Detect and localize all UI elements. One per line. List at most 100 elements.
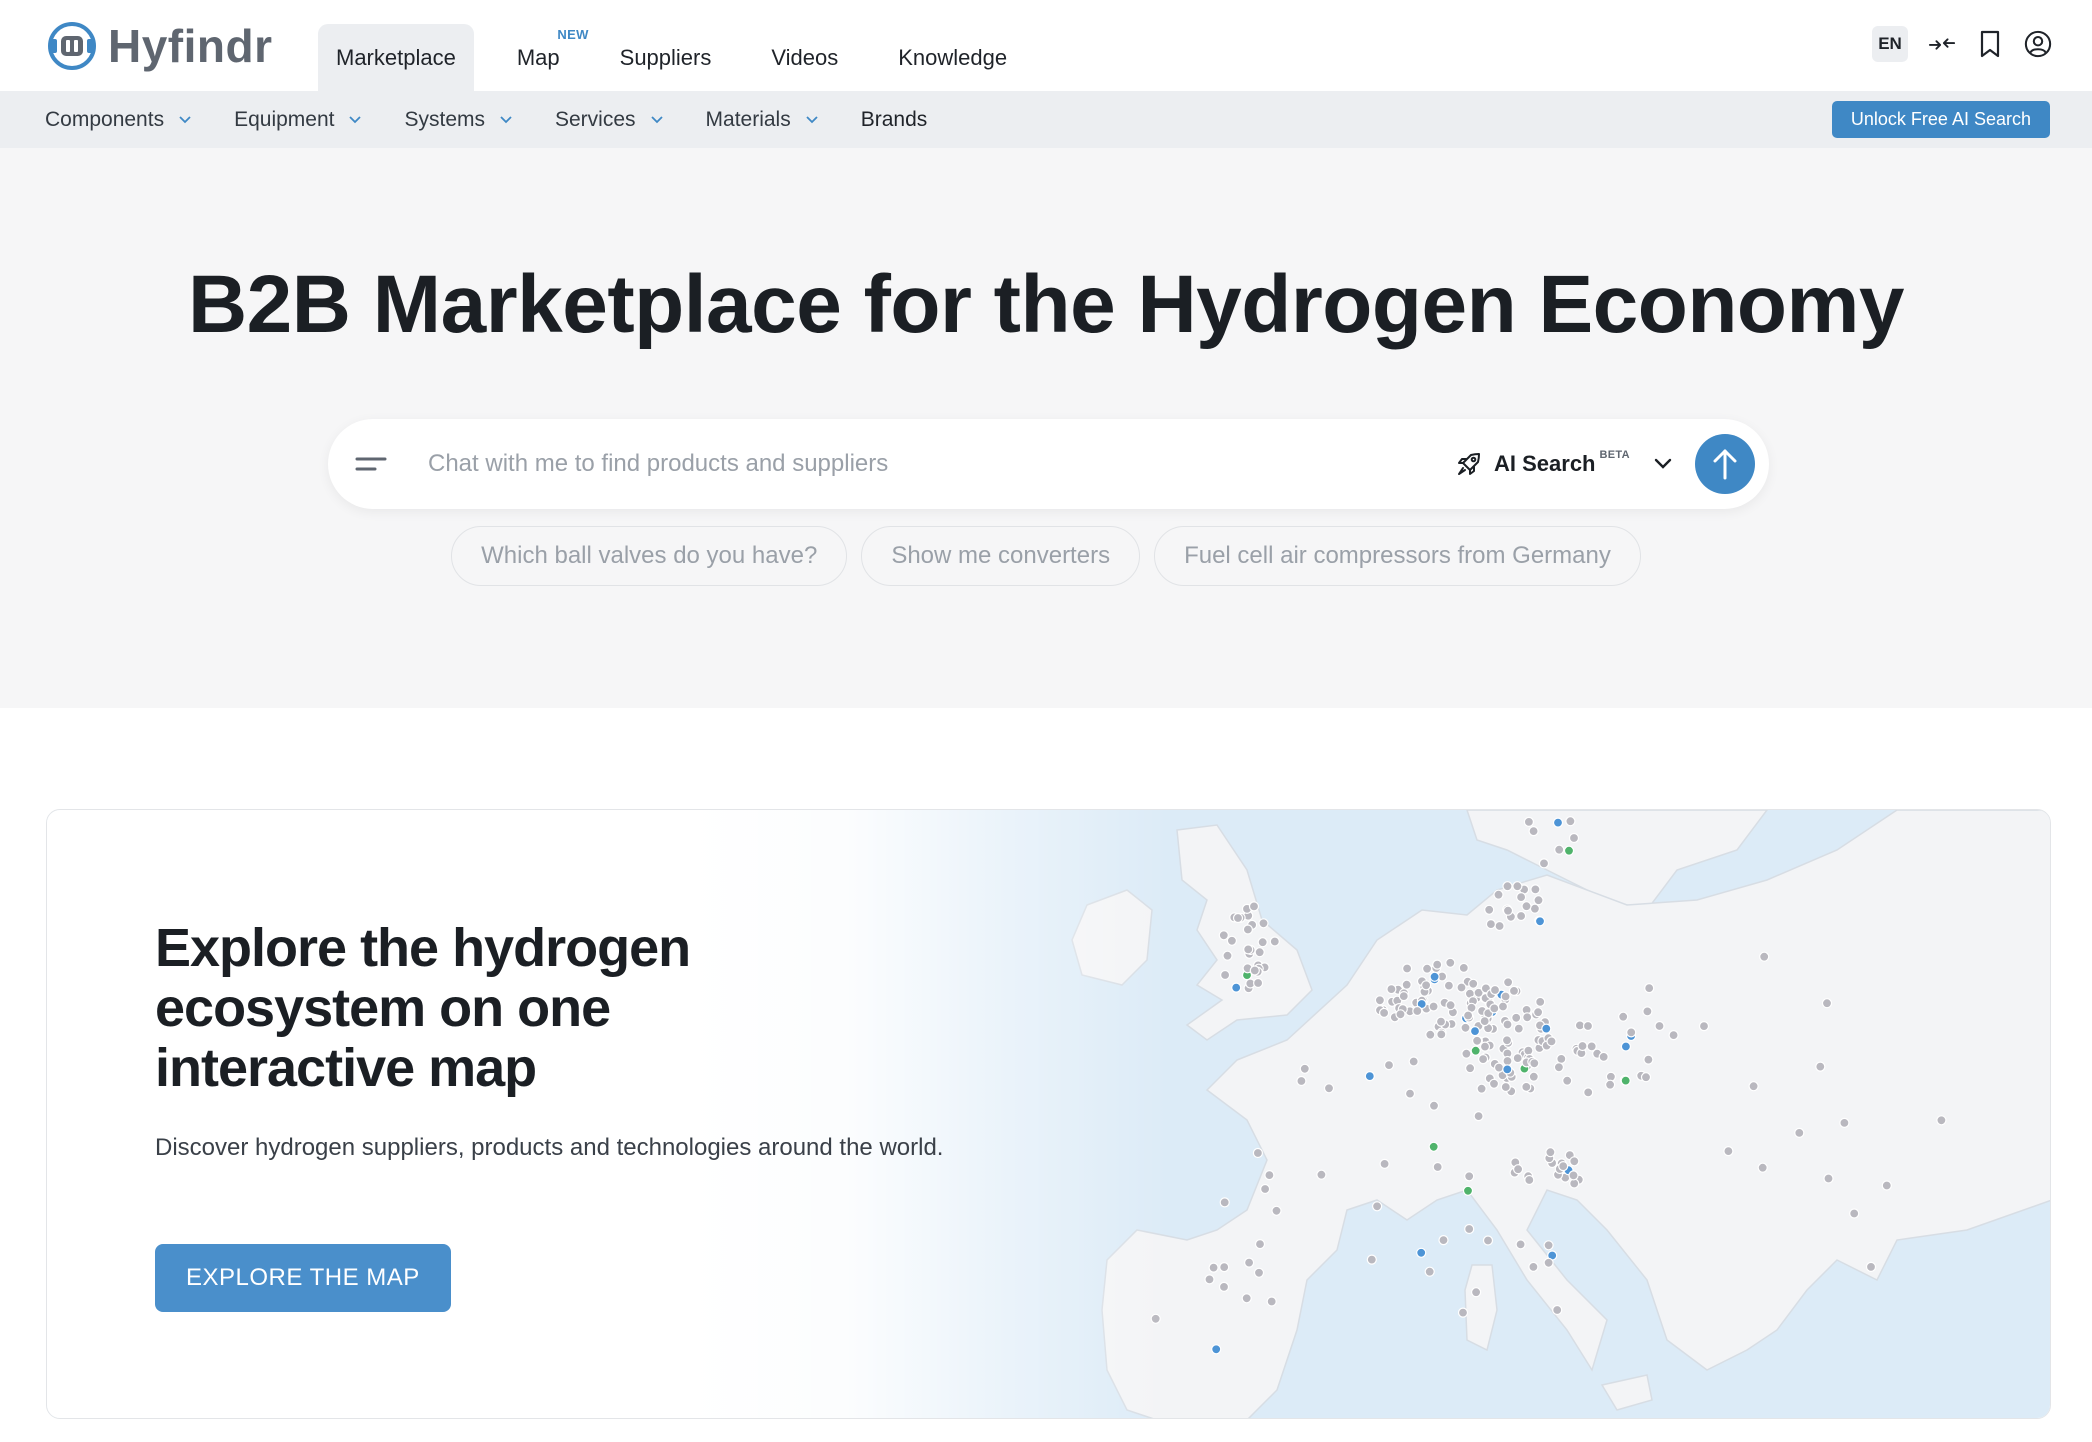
- supplier-marker[interactable]: [1502, 1019, 1513, 1030]
- search-mode-selector[interactable]: AI Search BETA: [1456, 441, 1672, 487]
- supplier-marker[interactable]: [1604, 1079, 1616, 1090]
- supplier-marker[interactable]: [1428, 1001, 1439, 1012]
- supplier-marker[interactable]: [1258, 918, 1269, 929]
- category-services[interactable]: Services: [555, 108, 664, 132]
- supplier-marker[interactable]: [1513, 1023, 1524, 1034]
- supplier-marker[interactable]: [1497, 1001, 1509, 1012]
- supplier-marker[interactable]: [1494, 920, 1505, 932]
- supplier-marker[interactable]: [1398, 991, 1409, 1002]
- supplier-marker[interactable]: [1524, 1174, 1535, 1186]
- user-account-icon[interactable]: [2024, 26, 2052, 62]
- supplier-marker[interactable]: [1546, 1036, 1557, 1047]
- suggestion-chip[interactable]: Show me converters: [861, 526, 1141, 586]
- supplier-marker[interactable]: [1640, 1072, 1652, 1083]
- supplier-marker[interactable]: [1501, 1035, 1513, 1046]
- supplier-marker[interactable]: [1264, 1170, 1275, 1181]
- supplier-marker[interactable]: [1552, 1304, 1563, 1316]
- supplier-marker[interactable]: [1500, 1081, 1511, 1093]
- supplier-marker[interactable]: [1464, 1171, 1475, 1182]
- supplier-marker[interactable]: [1936, 1115, 1947, 1126]
- supplier-marker[interactable]: [1470, 1287, 1482, 1298]
- supplier-marker[interactable]: [1218, 930, 1229, 941]
- supplier-marker[interactable]: [1457, 1307, 1469, 1318]
- supplier-marker[interactable]: [1522, 1012, 1533, 1023]
- supplier-marker[interactable]: [1226, 935, 1238, 946]
- supplier-marker[interactable]: [1408, 1056, 1419, 1067]
- supplier-marker[interactable]: [1460, 1022, 1471, 1033]
- supplier-marker[interactable]: [1271, 1205, 1282, 1216]
- supplier-marker[interactable]: [1473, 1111, 1484, 1122]
- supplier-marker[interactable]: [1438, 1235, 1449, 1246]
- supplier-marker[interactable]: [1558, 1161, 1569, 1172]
- supplier-marker[interactable]: [1445, 957, 1456, 968]
- supplier-marker[interactable]: [1748, 1081, 1759, 1092]
- supplier-marker[interactable]: [1500, 991, 1511, 1002]
- supplier-marker[interactable]: [1569, 1156, 1580, 1167]
- supplier-marker[interactable]: [1416, 1247, 1427, 1258]
- category-brands[interactable]: Brands: [861, 108, 928, 132]
- supplier-marker[interactable]: [1479, 1016, 1490, 1027]
- supplier-marker[interactable]: [1554, 844, 1565, 855]
- category-materials[interactable]: Materials: [706, 108, 819, 132]
- suggestion-chip[interactable]: Fuel cell air compressors from Germany: [1154, 526, 1641, 586]
- supplier-marker[interactable]: [1502, 905, 1514, 916]
- supplier-marker[interactable]: [1462, 1185, 1474, 1196]
- nav-knowledge[interactable]: Knowledge: [881, 24, 1024, 91]
- supplier-marker[interactable]: [1535, 996, 1546, 1007]
- category-systems[interactable]: Systems: [404, 108, 513, 132]
- supplier-marker[interactable]: [1538, 858, 1550, 869]
- supplier-marker[interactable]: [1469, 1026, 1481, 1037]
- supplier-marker[interactable]: [1296, 1075, 1307, 1087]
- supplier-marker[interactable]: [1420, 980, 1432, 991]
- supplier-marker[interactable]: [1232, 912, 1244, 924]
- supplier-marker[interactable]: [1502, 881, 1513, 892]
- supplier-marker[interactable]: [1374, 995, 1386, 1006]
- supplier-marker[interactable]: [1242, 924, 1254, 935]
- supplier-marker[interactable]: [1257, 937, 1268, 948]
- supplier-marker[interactable]: [1435, 1016, 1447, 1027]
- compare-icon[interactable]: [1928, 26, 1956, 62]
- supplier-marker[interactable]: [1316, 1169, 1327, 1180]
- nav-videos[interactable]: Videos: [754, 24, 855, 91]
- supplier-marker[interactable]: [1395, 1009, 1406, 1020]
- supplier-marker[interactable]: [1528, 1071, 1539, 1082]
- category-components[interactable]: Components: [45, 108, 192, 132]
- supplier-marker[interactable]: [1445, 1000, 1456, 1011]
- supplier-marker[interactable]: [1252, 977, 1264, 989]
- supplier-marker[interactable]: [1515, 1239, 1526, 1250]
- supplier-marker[interactable]: [1488, 1078, 1500, 1089]
- supplier-marker[interactable]: [1456, 982, 1467, 993]
- supplier-marker[interactable]: [1231, 982, 1242, 993]
- supplier-marker[interactable]: [1489, 1003, 1500, 1014]
- supplier-marker[interactable]: [1249, 965, 1260, 976]
- supplier-marker[interactable]: [1218, 1281, 1230, 1292]
- supplier-marker[interactable]: [1654, 1020, 1665, 1032]
- supplier-marker[interactable]: [1429, 971, 1440, 982]
- supplier-marker[interactable]: [1515, 891, 1527, 903]
- supplier-marker[interactable]: [1404, 1088, 1416, 1099]
- supplier-marker[interactable]: [1461, 1048, 1472, 1059]
- send-button[interactable]: [1695, 434, 1755, 494]
- supplier-marker[interactable]: [1269, 936, 1280, 947]
- supplier-marker[interactable]: [1484, 904, 1495, 915]
- supplier-marker[interactable]: [1323, 1083, 1335, 1094]
- supplier-marker[interactable]: [1565, 816, 1576, 827]
- supplier-marker[interactable]: [1865, 1261, 1877, 1272]
- supplier-marker[interactable]: [1428, 1100, 1440, 1111]
- supplier-marker[interactable]: [1386, 984, 1397, 995]
- supplier-marker[interactable]: [1150, 1313, 1161, 1324]
- supplier-marker[interactable]: [1668, 1030, 1679, 1041]
- supplier-marker[interactable]: [1428, 1141, 1439, 1152]
- explore-map-button[interactable]: EXPLORE THE MAP: [155, 1244, 451, 1312]
- bookmark-icon[interactable]: [1976, 26, 2004, 62]
- supplier-marker[interactable]: [1562, 1075, 1573, 1086]
- supplier-marker[interactable]: [1543, 1240, 1554, 1251]
- supplier-marker[interactable]: [1618, 1011, 1629, 1022]
- supplier-marker[interactable]: [1502, 1064, 1513, 1075]
- supplier-marker[interactable]: [1881, 1180, 1892, 1191]
- supplier-marker[interactable]: [1470, 1045, 1481, 1056]
- supplier-marker[interactable]: [1839, 1117, 1850, 1128]
- supplier-marker[interactable]: [1528, 826, 1539, 837]
- supplier-marker[interactable]: [1252, 1147, 1264, 1159]
- supplier-marker[interactable]: [1204, 1274, 1215, 1285]
